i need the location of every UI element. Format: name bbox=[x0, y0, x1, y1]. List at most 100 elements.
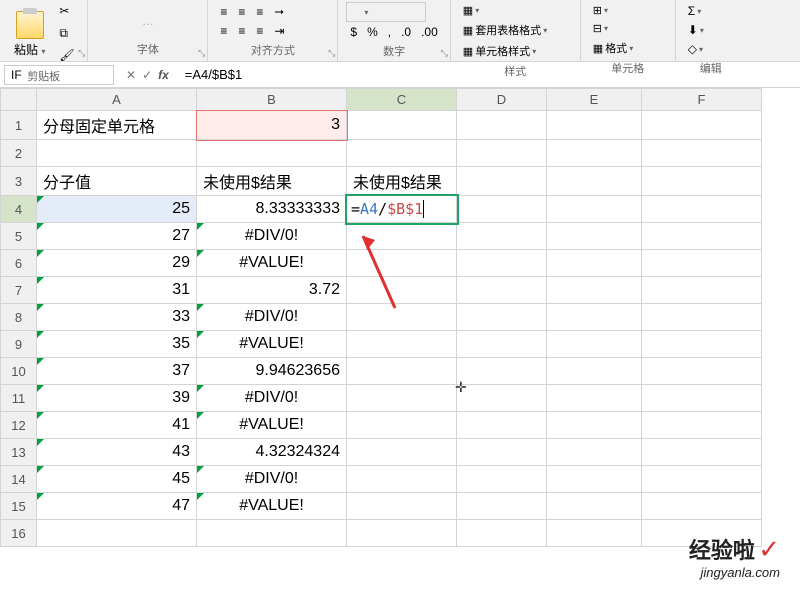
column-header-E[interactable]: E bbox=[547, 89, 642, 111]
table-format-button[interactable]: ▦ 套用表格格式 ▾ bbox=[459, 20, 551, 40]
cell-E4[interactable] bbox=[547, 196, 642, 223]
row-header-2[interactable]: 2 bbox=[1, 140, 37, 167]
cell-E1[interactable] bbox=[547, 111, 642, 140]
clear-button[interactable]: ◇ ▾ bbox=[684, 40, 707, 58]
cell-A15[interactable]: 47 bbox=[37, 493, 197, 520]
cell-E16[interactable] bbox=[547, 520, 642, 547]
font-launcher[interactable]: ⤡ bbox=[198, 48, 205, 59]
cell-B4[interactable]: 8.33333333 bbox=[197, 196, 347, 223]
cell-F6[interactable] bbox=[642, 250, 762, 277]
decrease-decimal-button[interactable]: .00 bbox=[417, 23, 442, 41]
worksheet[interactable]: ABCDEF1分母固定单元格323分子值未使用$结果未使用$结果4258.333… bbox=[0, 88, 800, 547]
cell-E8[interactable] bbox=[547, 304, 642, 331]
cell-A8[interactable]: 33 bbox=[37, 304, 197, 331]
cell-B10[interactable]: 9.94623656 bbox=[197, 358, 347, 385]
cell-D14[interactable] bbox=[457, 466, 547, 493]
autosum-button[interactable]: Σ ▾ bbox=[684, 2, 705, 20]
format-painter-button[interactable]: 🖌 bbox=[55, 46, 79, 66]
cell-C16[interactable] bbox=[347, 520, 457, 547]
cell-F15[interactable] bbox=[642, 493, 762, 520]
align-left-button[interactable]: ≡ bbox=[216, 22, 231, 40]
cell-E12[interactable] bbox=[547, 412, 642, 439]
cell-C3[interactable]: 未使用$结果 bbox=[347, 167, 457, 196]
cell-C7[interactable] bbox=[347, 277, 457, 304]
cell-D4[interactable] bbox=[457, 196, 547, 223]
row-header-13[interactable]: 13 bbox=[1, 439, 37, 466]
enter-formula-button[interactable]: ✓ bbox=[142, 68, 152, 82]
cell-B3[interactable]: 未使用$结果 bbox=[197, 167, 347, 196]
cell-F9[interactable] bbox=[642, 331, 762, 358]
cell-B16[interactable] bbox=[197, 520, 347, 547]
cell-E3[interactable] bbox=[547, 167, 642, 196]
cell-B7[interactable]: 3.72 bbox=[197, 277, 347, 304]
cell-D15[interactable] bbox=[457, 493, 547, 520]
row-header-9[interactable]: 9 bbox=[1, 331, 37, 358]
cell-B2[interactable] bbox=[197, 140, 347, 167]
cell-A1[interactable]: 分母固定单元格 bbox=[37, 111, 197, 140]
cell-B6[interactable]: #VALUE! bbox=[197, 250, 347, 277]
cell-B12[interactable]: #VALUE! bbox=[197, 412, 347, 439]
cell-C11[interactable] bbox=[347, 385, 457, 412]
cell-B11[interactable]: #DIV/0! bbox=[197, 385, 347, 412]
cell-F12[interactable] bbox=[642, 412, 762, 439]
row-header-10[interactable]: 10 bbox=[1, 358, 37, 385]
cell-B8[interactable]: #DIV/0! bbox=[197, 304, 347, 331]
fill-button[interactable]: ⬇ ▾ bbox=[684, 21, 708, 39]
conditional-format-button[interactable]: ▦ ▾ bbox=[459, 2, 483, 19]
cell-C9[interactable] bbox=[347, 331, 457, 358]
cell-F13[interactable] bbox=[642, 439, 762, 466]
cell-A14[interactable]: 45 bbox=[37, 466, 197, 493]
number-format-dropdown[interactable]: ▾ bbox=[346, 2, 426, 22]
row-header-14[interactable]: 14 bbox=[1, 466, 37, 493]
cell-D10[interactable] bbox=[457, 358, 547, 385]
row-header-16[interactable]: 16 bbox=[1, 520, 37, 547]
insert-button[interactable]: ⊞ ▾ bbox=[589, 2, 612, 19]
cell-F3[interactable] bbox=[642, 167, 762, 196]
cell-C1[interactable] bbox=[347, 111, 457, 140]
cell-E2[interactable] bbox=[547, 140, 642, 167]
row-header-8[interactable]: 8 bbox=[1, 304, 37, 331]
cell-D5[interactable] bbox=[457, 223, 547, 250]
align-middle-button[interactable]: ≡ bbox=[234, 2, 249, 21]
cell-D16[interactable] bbox=[457, 520, 547, 547]
cell-F1[interactable] bbox=[642, 111, 762, 140]
cell-C10[interactable] bbox=[347, 358, 457, 385]
row-header-4[interactable]: 4 bbox=[1, 196, 37, 223]
indent-button[interactable]: ⇥ bbox=[270, 22, 288, 40]
cell-B14[interactable]: #DIV/0! bbox=[197, 466, 347, 493]
percent-button[interactable]: % bbox=[363, 23, 382, 41]
cell-A3[interactable]: 分子值 bbox=[37, 167, 197, 196]
cell-E10[interactable] bbox=[547, 358, 642, 385]
paste-button[interactable]: 粘贴 ▾ bbox=[8, 9, 51, 60]
delete-button[interactable]: ⊟ ▾ bbox=[589, 20, 612, 37]
cell-F10[interactable] bbox=[642, 358, 762, 385]
cell-A10[interactable]: 37 bbox=[37, 358, 197, 385]
cell-B1[interactable]: 3 bbox=[197, 111, 347, 140]
cell-A13[interactable]: 43 bbox=[37, 439, 197, 466]
cell-B5[interactable]: #DIV/0! bbox=[197, 223, 347, 250]
align-center-button[interactable]: ≡ bbox=[234, 22, 249, 40]
column-header-C[interactable]: C bbox=[347, 89, 457, 111]
cell-styles-button[interactable]: ▦ 单元格样式 ▾ bbox=[459, 41, 540, 61]
cell-C14[interactable] bbox=[347, 466, 457, 493]
align-bottom-button[interactable]: ≡ bbox=[252, 2, 267, 21]
row-header-5[interactable]: 5 bbox=[1, 223, 37, 250]
cut-button[interactable]: ✂ bbox=[55, 2, 79, 22]
cell-F5[interactable] bbox=[642, 223, 762, 250]
cell-E5[interactable] bbox=[547, 223, 642, 250]
clipboard-launcher[interactable]: ⤡ bbox=[78, 48, 85, 59]
cell-D3[interactable] bbox=[457, 167, 547, 196]
cell-B9[interactable]: #VALUE! bbox=[197, 331, 347, 358]
cell-A2[interactable] bbox=[37, 140, 197, 167]
cell-F8[interactable] bbox=[642, 304, 762, 331]
number-launcher[interactable]: ⤡ bbox=[441, 48, 448, 59]
cell-E11[interactable] bbox=[547, 385, 642, 412]
cell-E7[interactable] bbox=[547, 277, 642, 304]
copy-button[interactable]: ⧉ bbox=[55, 24, 79, 44]
comma-button[interactable]: , bbox=[384, 23, 395, 41]
column-header-B[interactable]: B bbox=[197, 89, 347, 111]
cell-E6[interactable] bbox=[547, 250, 642, 277]
cell-A7[interactable]: 31 bbox=[37, 277, 197, 304]
cell-E15[interactable] bbox=[547, 493, 642, 520]
row-header-3[interactable]: 3 bbox=[1, 167, 37, 196]
